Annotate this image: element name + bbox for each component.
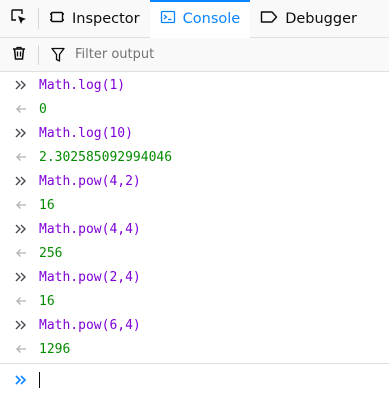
result-arrow-icon [0,151,39,163]
command-chevron-icon [0,271,39,283]
tab-debugger-label: Debugger [285,11,357,27]
text-cursor [39,371,40,388]
tab-console-label: Console [182,11,241,27]
trash-icon [11,45,27,65]
console-command-row: Math.log(10) [0,121,389,145]
result-arrow-icon [0,295,39,307]
console-command-row: Math.pow(4,4) [0,217,389,241]
filter-icon [51,47,65,63]
result-text: 2.302585092994046 [39,149,173,165]
result-arrow-icon [0,343,39,355]
console-result-row: 2.302585092994046 [0,145,389,169]
command-chevron-icon [0,223,39,235]
prompt-chevron-icon [0,374,39,386]
command-chevron-icon [0,127,39,139]
console-result-row: 1296 [0,337,389,361]
console-output: Math.log(1) 0 Math.log(10) 2.30258509299… [0,73,389,361]
result-arrow-icon [0,103,39,115]
command-text: Math.pow(6,4) [39,317,141,333]
console-result-row: 16 [0,289,389,313]
clear-console-button[interactable] [0,38,38,72]
result-text: 16 [39,197,55,213]
command-chevron-icon [0,319,39,331]
inspector-icon [49,9,65,29]
element-picker-icon [10,8,28,30]
filter-output-input[interactable] [75,47,355,62]
console-command-row: Math.pow(4,2) [0,169,389,193]
command-text: Math.log(10) [39,125,133,141]
console-command-row: Math.log(1) [0,73,389,97]
console-command-row: Math.pow(6,4) [0,313,389,337]
result-arrow-icon [0,199,39,211]
console-input-line[interactable] [0,363,389,395]
console-icon [160,9,176,29]
console-command-row: Math.pow(2,4) [0,265,389,289]
command-chevron-icon [0,79,39,91]
result-text: 0 [39,101,47,117]
tab-console[interactable]: Console [149,0,251,38]
filter-separator [38,44,39,65]
result-text: 1296 [39,341,71,357]
command-text: Math.pow(4,2) [39,173,141,189]
console-result-row: 0 [0,97,389,121]
console-result-row: 16 [0,193,389,217]
command-text: Math.pow(2,4) [39,269,141,285]
result-arrow-icon [0,247,39,259]
command-text: Math.pow(4,4) [39,221,141,237]
tab-inspector-label: Inspector [72,11,140,27]
command-text: Math.log(1) [39,77,126,93]
debugger-icon [260,10,278,28]
result-text: 256 [39,245,63,261]
element-picker-button[interactable] [0,0,38,37]
console-result-row: 256 [0,241,389,265]
result-text: 16 [39,293,55,309]
tab-inspector[interactable]: Inspector [39,0,150,38]
tab-debugger[interactable]: Debugger [250,0,367,38]
command-chevron-icon [0,175,39,187]
devtools-toolbar: Inspector Console Debugger [0,0,389,38]
console-filter-bar [0,38,389,72]
